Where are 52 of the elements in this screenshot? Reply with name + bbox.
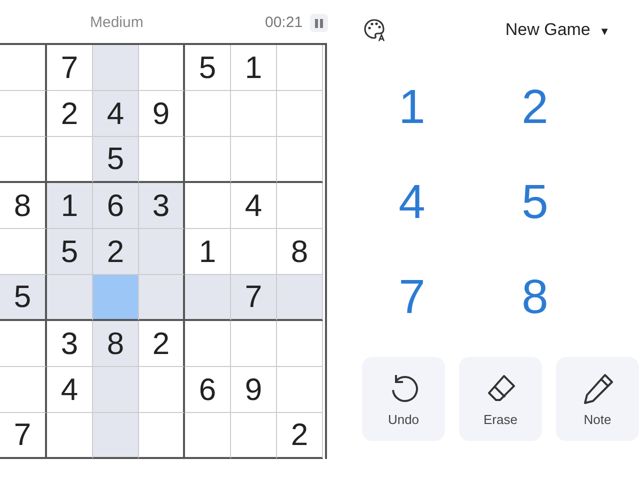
sudoku-cell[interactable]: 4	[231, 183, 277, 229]
number-key[interactable]: 5	[495, 155, 575, 250]
sudoku-cell[interactable]: 3	[139, 183, 185, 229]
erase-button[interactable]: Erase	[459, 357, 542, 441]
sudoku-cell[interactable]	[0, 91, 47, 137]
sudoku-cell[interactable]	[0, 45, 47, 91]
sudoku-cell[interactable]: 6	[93, 183, 139, 229]
sudoku-cell[interactable]: 5	[185, 45, 231, 91]
sudoku-cell[interactable]	[139, 275, 185, 321]
sudoku-cell[interactable]: 2	[93, 229, 139, 275]
sudoku-cell[interactable]: 5	[93, 137, 139, 183]
sudoku-cell[interactable]	[0, 229, 47, 275]
sudoku-cell[interactable]: 9	[231, 367, 277, 413]
sudoku-cell[interactable]: 7	[0, 413, 47, 459]
number-key[interactable]: 8	[495, 250, 575, 345]
sudoku-cell[interactable]: 4	[47, 367, 93, 413]
sudoku-cell[interactable]	[139, 45, 185, 91]
sudoku-cell[interactable]: 8	[0, 183, 47, 229]
sudoku-cell[interactable]: 6	[185, 367, 231, 413]
sudoku-cell[interactable]: 7	[231, 275, 277, 321]
note-button[interactable]: Note	[556, 357, 639, 441]
pause-button[interactable]	[310, 14, 328, 32]
timer: 00:21	[265, 14, 303, 31]
difficulty-label: Medium	[90, 14, 144, 31]
sudoku-cell[interactable]: 5	[0, 275, 47, 321]
sudoku-cell[interactable]: 2	[277, 413, 323, 459]
sudoku-cell[interactable]	[139, 367, 185, 413]
sudoku-cell[interactable]: 8	[93, 321, 139, 367]
sudoku-cell[interactable]: 7	[47, 45, 93, 91]
undo-button[interactable]: Undo	[362, 357, 445, 441]
pause-icon	[314, 18, 324, 28]
sudoku-cell[interactable]: 1	[185, 229, 231, 275]
number-key[interactable]: 1	[372, 60, 452, 155]
new-game-dropdown[interactable]: New Game ▼	[505, 20, 610, 40]
number-key[interactable]: 2	[495, 60, 575, 155]
sudoku-cell[interactable]	[139, 229, 185, 275]
sudoku-cell[interactable]: 2	[47, 91, 93, 137]
sudoku-cell[interactable]: 1	[47, 183, 93, 229]
sudoku-cell[interactable]: 3	[47, 321, 93, 367]
sudoku-cell[interactable]: 9	[139, 91, 185, 137]
sudoku-cell[interactable]	[0, 367, 47, 413]
number-key[interactable]: 7	[372, 250, 452, 345]
sudoku-cell[interactable]: 2	[139, 321, 185, 367]
sudoku-cell[interactable]: 5	[47, 229, 93, 275]
sudoku-cell[interactable]: 4	[93, 91, 139, 137]
sudoku-cell[interactable]	[0, 321, 47, 367]
sudoku-cell[interactable]	[139, 413, 185, 459]
sudoku-cell[interactable]: 1	[231, 45, 277, 91]
sudoku-cell[interactable]	[139, 137, 185, 183]
sudoku-cell[interactable]	[0, 137, 47, 183]
number-key[interactable]: 4	[372, 155, 452, 250]
sudoku-cell[interactable]: 8	[277, 229, 323, 275]
